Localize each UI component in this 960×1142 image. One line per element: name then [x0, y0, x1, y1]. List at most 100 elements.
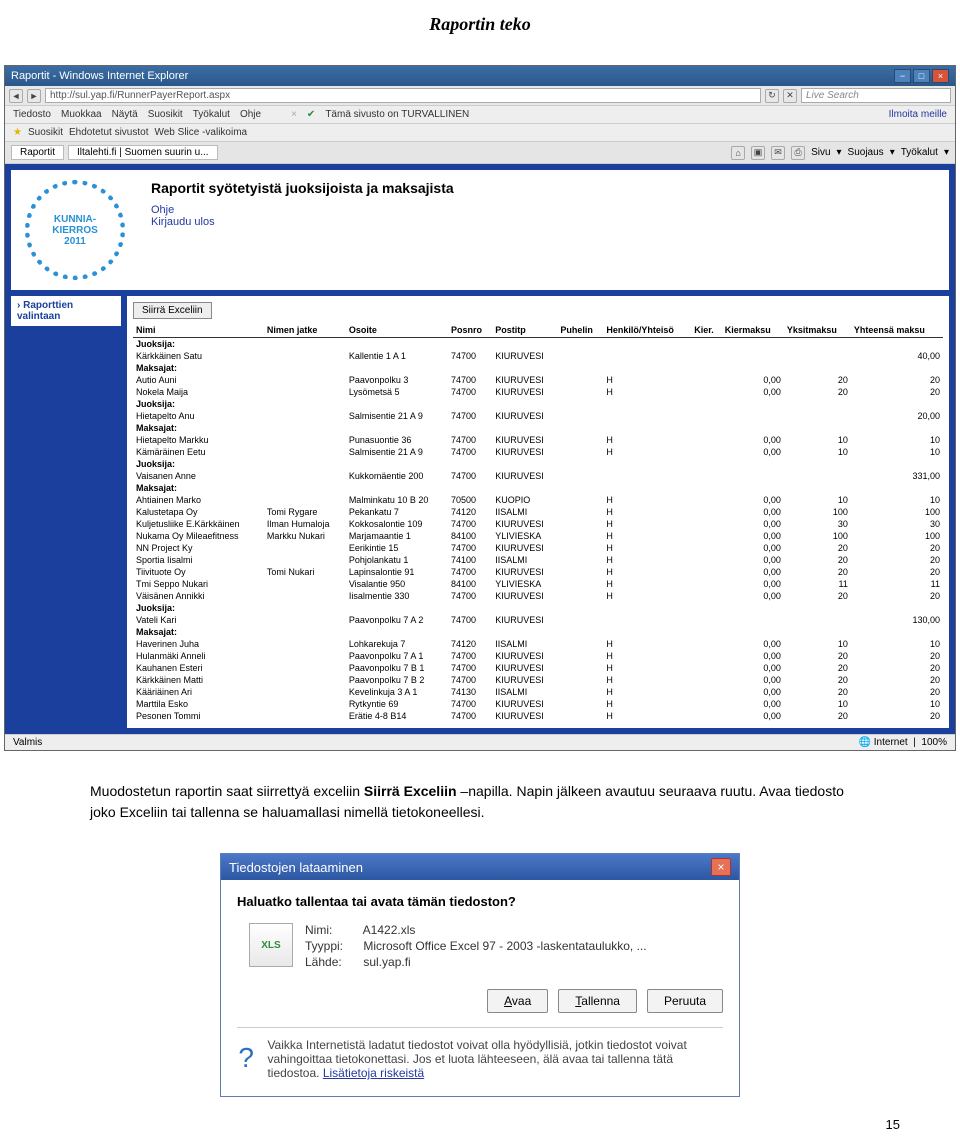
table-cell: 74130 [448, 686, 492, 698]
section-row: Maksajat: [133, 626, 943, 638]
dialog-close-button[interactable]: × [711, 858, 731, 876]
menu-view[interactable]: Näytä [112, 109, 138, 120]
menu-help[interactable]: Ohje [240, 109, 261, 120]
tab-raportit[interactable]: Raportit [11, 145, 64, 160]
menu-file[interactable]: Tiedosto [13, 109, 51, 120]
cancel-button[interactable]: Peruuta [647, 989, 723, 1013]
status-bar: Valmis 🌐 Internet | 100% [5, 734, 955, 750]
refresh-icon[interactable]: ↻ [765, 89, 779, 103]
table-cell [264, 446, 346, 458]
nav-bar: ◄ ► http://sul.yap.fi/RunnerPayerReport.… [5, 86, 955, 106]
table-cell: Kuljetusliike E.Kärkkäinen [133, 518, 264, 530]
search-input[interactable]: Live Search [801, 88, 951, 103]
table-cell [557, 530, 603, 542]
table-row: Nokela MaijaLysömetsä 574700KIURUVESIH0,… [133, 386, 943, 398]
back-icon[interactable]: ◄ [9, 89, 23, 103]
table-cell: 74700 [448, 650, 492, 662]
table-cell: Lohkarekuja 7 [346, 638, 448, 650]
label-type: Tyyppi: [305, 939, 360, 953]
table-cell: Autio Auni [133, 374, 264, 386]
sidebar: › Raporttien valintaan [11, 296, 121, 728]
table-cell: 0,00 [722, 710, 784, 722]
window-controls: − □ × [894, 69, 949, 83]
page-menu[interactable]: Sivu [811, 147, 830, 158]
table-cell: Hietapelto Anu [133, 410, 264, 422]
column-header: Kier. [691, 323, 721, 338]
table-cell [264, 494, 346, 506]
table-cell: H [603, 506, 691, 518]
zoom-text[interactable]: 100% [921, 737, 947, 748]
table-cell: 0,00 [722, 578, 784, 590]
logo-text-2: KIERROS [52, 225, 98, 236]
table-cell: H [603, 662, 691, 674]
table-cell: 20 [851, 566, 943, 578]
table-row: Juoksija: [133, 338, 943, 351]
help-link[interactable]: Ohje [151, 204, 454, 216]
table-cell: H [603, 698, 691, 710]
close-button[interactable]: × [932, 69, 949, 83]
table-cell: 100 [851, 530, 943, 542]
tab-iltalehti[interactable]: Iltalehti.fi | Suomen suurin u... [68, 145, 218, 160]
minimize-button[interactable]: − [894, 69, 911, 83]
tools-menu[interactable]: Työkalut [901, 147, 938, 158]
table-cell: Sportia Iisalmi [133, 554, 264, 566]
table-cell: 20 [851, 386, 943, 398]
stop-icon[interactable]: ✕ [783, 89, 797, 103]
table-cell: KIURUVESI [492, 434, 557, 446]
table-cell: 11 [784, 578, 851, 590]
report-link[interactable]: Ilmoita meille [889, 109, 947, 120]
table-row: Väisänen AnnikkiIisalmentie 33074700KIUR… [133, 590, 943, 602]
table-cell: 20 [851, 686, 943, 698]
table-cell: Paavonpolku 3 [346, 374, 448, 386]
home-icon[interactable]: ⌂ [731, 146, 745, 160]
menu-tools[interactable]: Työkalut [193, 109, 230, 120]
page-content: KUNNIA- KIERROS 2011 Raportit syötetyist… [5, 164, 955, 734]
address-bar[interactable]: http://sul.yap.fi/RunnerPayerReport.aspx [45, 88, 761, 103]
table-cell: 74120 [448, 638, 492, 650]
table-cell: KIURUVESI [492, 662, 557, 674]
table-cell: Paavonpolku 7 B 2 [346, 674, 448, 686]
forward-icon[interactable]: ► [27, 89, 41, 103]
menu-favorites[interactable]: Suosikit [148, 109, 183, 120]
table-cell: 0,00 [722, 530, 784, 542]
logout-link[interactable]: Kirjaudu ulos [151, 216, 454, 228]
table-cell [557, 434, 603, 446]
save-button[interactable]: Tallenna [558, 989, 637, 1013]
menu-edit[interactable]: Muokkaa [61, 109, 102, 120]
table-cell: Tomi Rygare [264, 506, 346, 518]
section-row: Juoksija: [133, 338, 943, 351]
sidebar-link-reports[interactable]: › Raporttien valintaan [11, 296, 121, 326]
table-cell: Kauhanen Esteri [133, 662, 264, 674]
risk-link[interactable]: Lisätietoja riskeistä [323, 1066, 424, 1080]
table-row: Kärkkäinen SatuKallentie 1 A 174700KIURU… [133, 350, 943, 362]
table-cell [557, 374, 603, 386]
open-button[interactable]: Avaa [487, 989, 548, 1013]
table-cell [557, 506, 603, 518]
table-cell: 20 [851, 674, 943, 686]
table-cell: 100 [784, 530, 851, 542]
print-icon[interactable]: ⎙ [791, 146, 805, 160]
table-cell: 0,00 [722, 374, 784, 386]
table-cell: Kämäräinen Eetu [133, 446, 264, 458]
feed-icon[interactable]: ▣ [751, 146, 765, 160]
table-cell: IISALMI [492, 554, 557, 566]
fav-suggested[interactable]: Ehdotetut sivustot [69, 127, 149, 138]
favorites-label[interactable]: Suosikit [28, 127, 63, 138]
table-cell: H [603, 554, 691, 566]
table-cell [557, 446, 603, 458]
table-cell: KIURUVESI [492, 386, 557, 398]
safety-menu[interactable]: Suojaus [848, 147, 884, 158]
fav-webslice[interactable]: Web Slice -valikoima [154, 127, 247, 138]
table-cell [557, 698, 603, 710]
table-cell: 74100 [448, 554, 492, 566]
maximize-button[interactable]: □ [913, 69, 930, 83]
star-icon[interactable]: ★ [13, 127, 22, 138]
table-row: Hulanmäki AnneliPaavonpolku 7 A 174700KI… [133, 650, 943, 662]
table-cell: 74700 [448, 674, 492, 686]
export-excel-button[interactable]: Siirrä Exceliin [133, 302, 212, 319]
table-cell: H [603, 434, 691, 446]
table-cell: 10 [784, 638, 851, 650]
column-header: Nimi [133, 323, 264, 338]
table-cell [264, 686, 346, 698]
mail-icon[interactable]: ✉ [771, 146, 785, 160]
